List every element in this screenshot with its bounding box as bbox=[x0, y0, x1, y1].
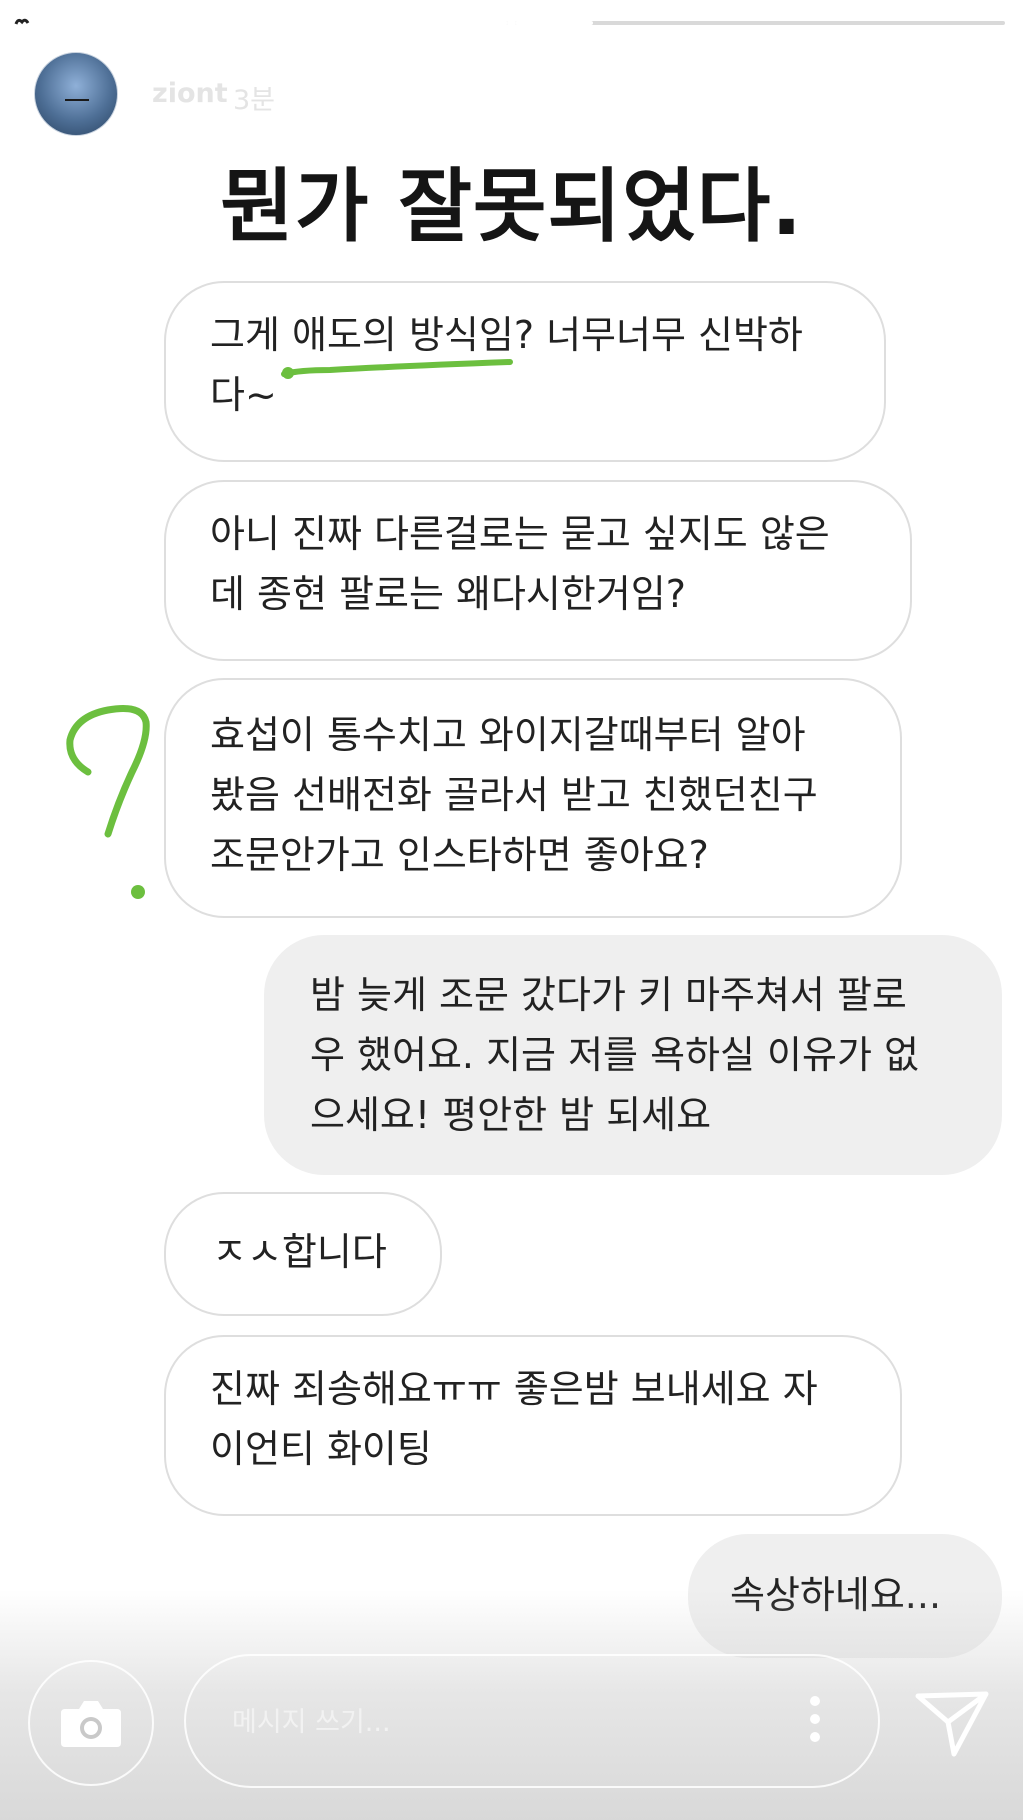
message-field[interactable] bbox=[184, 1654, 880, 1788]
incoming-message: 효섭이 통수치고 와이지갈때부터 알아 봤음 선배전화 골라서 받고 친했던친구… bbox=[164, 678, 902, 918]
story-timestamp: 3분 bbox=[233, 85, 276, 116]
camera-icon bbox=[61, 1701, 121, 1747]
incoming-message: 아니 진짜 다른걸로는 묻고 싶지도 않은 데 종현 팔로는 왜다시한거임? bbox=[164, 480, 912, 661]
story-username[interactable]: ziont bbox=[152, 78, 228, 109]
message-input[interactable] bbox=[230, 1698, 754, 1746]
send-icon[interactable] bbox=[914, 1688, 990, 1758]
incoming-message: 진짜 죄송해요ㅠㅠ 좋은밤 보내세요 자 이언티 화이팅 bbox=[164, 1335, 902, 1516]
avatar[interactable] bbox=[34, 52, 118, 136]
story-progress-bar-1 bbox=[20, 21, 508, 25]
outgoing-message: 밤 늦게 조문 갔다가 키 마주쳐서 팔로 우 했어요. 지금 저를 욕하실 이… bbox=[264, 935, 1002, 1175]
incoming-message: 그게 애도의 방식임? 너무너무 신박하 다~ bbox=[164, 281, 886, 462]
story-headline: 뭔가 잘못되었다. bbox=[220, 160, 803, 253]
camera-button[interactable] bbox=[28, 1660, 154, 1786]
heart-icon[interactable] bbox=[14, 16, 36, 32]
question-mark-dot bbox=[131, 885, 145, 899]
question-mark-scribble bbox=[66, 705, 150, 838]
story-progress-bar-2 bbox=[515, 21, 1005, 25]
more-vertical-icon[interactable] bbox=[808, 1696, 822, 1750]
incoming-message: ㅈㅅ합니다 bbox=[164, 1192, 442, 1316]
